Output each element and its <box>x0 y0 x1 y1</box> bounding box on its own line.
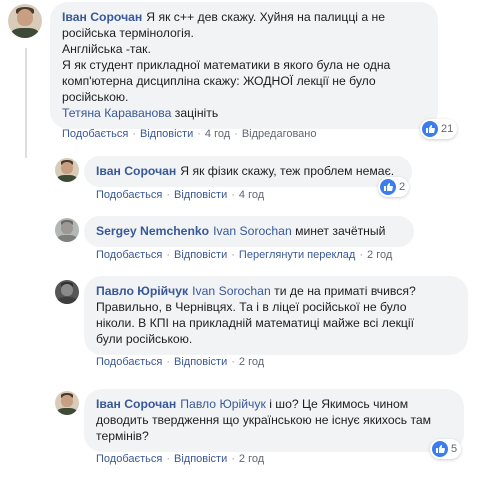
avatar[interactable] <box>55 158 79 182</box>
mention-link[interactable]: Ivan Sorochan <box>213 224 292 238</box>
like-link[interactable]: Подобається <box>96 189 162 201</box>
like-link[interactable]: Подобається <box>96 249 162 261</box>
reaction-count: 2 <box>399 181 406 193</box>
timestamp[interactable]: 4 год <box>239 189 264 201</box>
comment-actions: Подобається · Відповісти · 4 год <box>96 189 265 201</box>
reactions-badge[interactable]: 21 <box>420 119 458 139</box>
comment-bubble: Іван Сорочан Павло Юрійчук і шо? Це Якимо… <box>84 389 464 452</box>
comment-4: Павло Юрійчук Ivan Sorochan ти де на прим… <box>0 270 488 370</box>
comment-text-line: комп'ютерна дисципліна скажу: ЖОДНОЇ лек… <box>62 74 376 88</box>
comment-text-line: російська термінологія. <box>62 26 194 40</box>
comment-author[interactable]: Іван Сорочан <box>96 164 176 178</box>
comment-actions: Подобається · Відповісти · 4 год · Відредагова… <box>62 128 317 140</box>
timestamp[interactable]: 2 год <box>239 356 264 368</box>
comment-text-line: російською. <box>62 90 129 104</box>
like-link[interactable]: Подобається <box>96 356 162 368</box>
comment-text-line: термінів? <box>96 429 149 443</box>
mention-link[interactable]: Павло Юрійчук <box>180 397 266 411</box>
like-thumbs-up-icon <box>422 121 438 137</box>
reply-link[interactable]: Відповісти <box>174 356 227 368</box>
edited-label[interactable]: Відредаговано <box>242 128 317 140</box>
timestamp[interactable]: 4 год <box>205 128 230 140</box>
comment-text-line: ти де на приматі вчився? <box>270 284 416 298</box>
like-thumbs-up-icon <box>432 441 448 457</box>
reaction-count: 5 <box>451 443 458 455</box>
comment-text-line: були російською. <box>96 332 193 346</box>
comment-actions: Подобається · Відповісти · 2 год <box>96 356 265 368</box>
comment-2: Іван Сорочан Я як фізик скажу, теж пробле… <box>0 150 488 205</box>
comment-author[interactable]: Іван Сорочан <box>96 397 176 411</box>
comment-text-line: Англійська -так. <box>62 42 151 56</box>
reply-link[interactable]: Відповісти <box>174 189 227 201</box>
like-thumbs-up-icon <box>380 179 396 195</box>
comment-author[interactable]: Іван Сорочан <box>62 10 142 24</box>
comment-text-line: доводить твердження що українською не іс… <box>96 413 432 427</box>
comment-text: Я як фізик скажу, теж проблем немає. <box>180 164 395 178</box>
comment-actions: Подобається · Відповісти · Переглянути перек… <box>96 249 393 261</box>
avatar[interactable] <box>55 280 79 304</box>
avatar[interactable] <box>8 4 42 38</box>
comment-bubble: Іван Сорочан Я як с++ дев скажу. Хуйня на… <box>50 2 438 129</box>
comment-5: Іван Сорочан Павло Юрійчук і шо? Це Якимо… <box>0 383 488 477</box>
reply-link[interactable]: Відповісти <box>174 453 227 465</box>
reply-link[interactable]: Відповісти <box>174 249 227 261</box>
comment-text-line: Правильно, в Чернівцях. Та і в ліцеї рос… <box>96 300 407 314</box>
comment-3: Sergey Nemchenko Ivan Sorochan минет зачё… <box>0 210 488 265</box>
reaction-count: 21 <box>441 123 454 135</box>
comment-text-line: Я як с++ дев скажу. Хуйня на палицці а н… <box>146 10 386 24</box>
mention-link[interactable]: Тетяна Караванова <box>62 106 171 120</box>
timestamp[interactable]: 2 год <box>239 453 264 465</box>
comment-bubble: Павло Юрійчук Ivan Sorochan ти де на прим… <box>84 276 468 355</box>
reactions-badge[interactable]: 2 <box>378 177 410 197</box>
like-link[interactable]: Подобається <box>62 128 128 140</box>
comment-text: зацініть <box>171 106 219 120</box>
comment-text: минет зачётный <box>291 224 386 238</box>
see-translation-link[interactable]: Переглянути переклад <box>239 249 355 261</box>
avatar[interactable] <box>55 391 79 415</box>
comment-author[interactable]: Павло Юрійчук <box>96 284 188 298</box>
comment-actions: Подобається · Відповісти · 2 год <box>96 453 265 465</box>
timestamp[interactable]: 2 год <box>367 249 392 261</box>
comment-text-line: Я як студент прикладної математики в яко… <box>62 58 391 72</box>
reply-link[interactable]: Відповісти <box>140 128 193 140</box>
mention-link[interactable]: Ivan Sorochan <box>192 284 271 298</box>
comment-bubble: Іван Сорочан Я як фізик скажу, теж пробле… <box>84 156 412 187</box>
reactions-badge[interactable]: 5 <box>430 439 462 459</box>
like-link[interactable]: Подобається <box>96 453 162 465</box>
comment-1: Іван Сорочан Я як с++ дев скажу. Хуйня на… <box>0 0 488 146</box>
comment-author[interactable]: Sergey Nemchenko <box>96 224 209 238</box>
comment-text-line: і шо? Це Якимось чином <box>265 397 409 411</box>
comment-bubble: Sergey Nemchenko Ivan Sorochan минет зачё… <box>84 216 414 247</box>
comment-text-line: ніколи. В КПІ на прикладній математиці м… <box>96 316 415 330</box>
avatar[interactable] <box>55 218 79 242</box>
